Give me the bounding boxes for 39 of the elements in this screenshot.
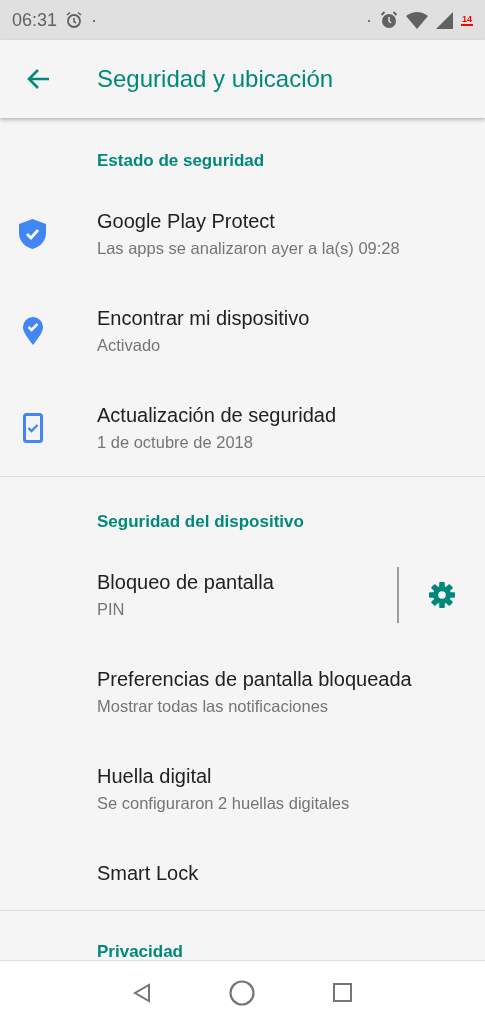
settings-row[interactable]: Bloqueo de pantalla PIN [0, 546, 397, 643]
row-title: Preferencias de pantalla bloqueada [97, 667, 413, 691]
signal-icon [436, 11, 453, 29]
row-title: Smart Lock [97, 862, 200, 885]
home-icon [229, 979, 255, 1006]
clock-time: 06:31 [12, 9, 58, 31]
back-icon [133, 982, 151, 1003]
alarm-icon [65, 11, 84, 29]
section-header: Estado de seguridad [97, 150, 266, 172]
row-title: Actualización de seguridad [97, 403, 338, 427]
row-summary: 1 de octubre de 2018 [97, 432, 254, 452]
row-summary: Se configuraron 2 huellas digitales [97, 793, 351, 813]
row-summary: Activado [97, 335, 162, 355]
shield-check-icon [19, 218, 46, 249]
settings-row[interactable]: Google Play Protect Las apps se analizaron ayer a la(s) 09:28 [0, 185, 485, 282]
section-header: Privacidad [97, 941, 184, 960]
location-check-icon [22, 316, 43, 345]
row-title: Huella digital [97, 764, 213, 788]
screen-title: Seguridad y ubicación [97, 65, 334, 93]
section-header: Seguridad del dispositivo [97, 511, 305, 533]
settings-row[interactable]: Preferencias de pantalla bloqueada Mostrar todas las notificaciones [0, 643, 485, 740]
row-summary: PIN [97, 599, 126, 619]
row-summary: Las apps se analizaron ayer a la(s) 09:28 [97, 238, 401, 258]
row-title: Encontrar mi dispositivo [97, 306, 311, 330]
settings-icon [429, 581, 455, 608]
recents-icon [333, 983, 352, 1002]
row-title: Google Play Protect [97, 209, 276, 233]
settings-row[interactable]: Huella digital Se configuraron 2 huellas digitales [0, 740, 485, 837]
phone-check-icon [22, 412, 43, 443]
settings-row[interactable]: Encontrar mi dispositivo Activado [0, 282, 485, 379]
row-title: Bloqueo de pantalla [97, 570, 275, 594]
settings-row[interactable]: Smart Lock [0, 837, 485, 910]
back-arrow-icon [26, 68, 50, 90]
settings-row[interactable]: Actualización de seguridad 1 de octubre de 2018 [0, 379, 485, 476]
notification-dot: · [91, 9, 98, 31]
alarm-icon [380, 11, 398, 29]
notification-dot: · [366, 9, 372, 31]
wifi-icon [406, 11, 428, 29]
row-summary: Mostrar todas las notificaciones [97, 696, 330, 716]
